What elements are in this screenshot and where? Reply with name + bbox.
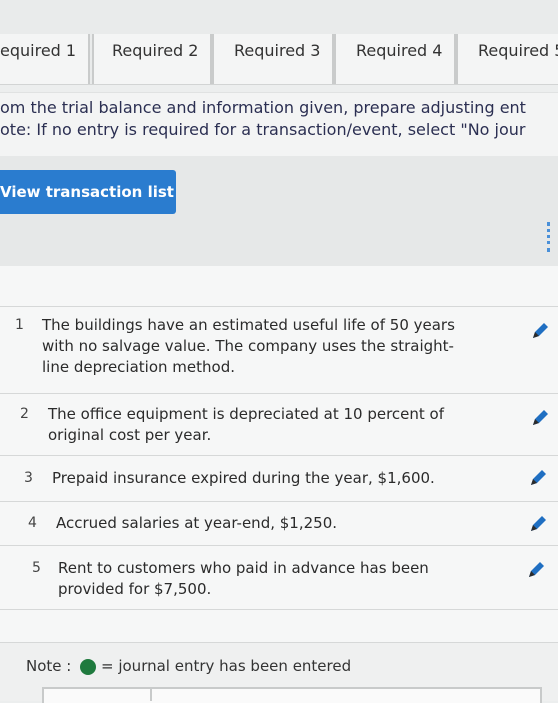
transaction-text: Accrued salaries at year-end, $1,250. bbox=[56, 514, 338, 532]
pencil-icon[interactable] bbox=[528, 468, 548, 488]
tab-required-5[interactable]: Required 5 bbox=[456, 34, 558, 84]
resize-handle[interactable] bbox=[547, 222, 554, 252]
view-transaction-list-button[interactable]: View transaction list bbox=[0, 170, 176, 214]
transaction-number: 3 bbox=[24, 470, 33, 486]
tab-required-1[interactable]: equired 1 bbox=[0, 34, 90, 84]
transaction-number: 1 bbox=[15, 317, 24, 333]
tab-label: Required 4 bbox=[356, 41, 443, 60]
pencil-icon[interactable] bbox=[526, 560, 546, 580]
tab-required-3[interactable]: Required 3 bbox=[212, 34, 334, 84]
transaction-text: The office equipment is depreciated at 1… bbox=[48, 405, 444, 444]
tab-bar: equired 1 Required 2 Required 3 Required… bbox=[0, 0, 558, 85]
journal-entry-panel-edge bbox=[42, 687, 542, 703]
transaction-list: 1 The buildings have an estimated useful… bbox=[0, 266, 558, 700]
instructions-note: ote: If no entry is required for a trans… bbox=[0, 120, 526, 139]
tab-required-4[interactable]: Required 4 bbox=[334, 34, 456, 84]
tab-label: Required 5 bbox=[478, 41, 558, 60]
journal-entry-panel-divider bbox=[150, 687, 152, 701]
pencil-icon[interactable] bbox=[530, 408, 550, 428]
tab-label: Required 3 bbox=[234, 41, 321, 60]
list-item[interactable]: 4 Accrued salaries at year-end, $1,250. bbox=[0, 502, 558, 546]
toolbar: View transaction list bbox=[0, 156, 558, 267]
view-transaction-list-label: View transaction list bbox=[0, 183, 174, 201]
list-item[interactable]: 1 The buildings have an estimated useful… bbox=[0, 306, 558, 394]
transaction-number: 2 bbox=[20, 406, 29, 422]
list-item[interactable]: 3 Prepaid insurance expired during the y… bbox=[0, 456, 558, 502]
instructions-text: om the trial balance and information giv… bbox=[0, 98, 526, 117]
instructions-panel: om the trial balance and information giv… bbox=[0, 92, 558, 158]
tab-label: equired 1 bbox=[0, 41, 77, 60]
note-label: Note : bbox=[26, 657, 72, 675]
pencil-icon[interactable] bbox=[528, 514, 548, 534]
list-item[interactable]: 5 Rent to customers who paid in advance … bbox=[0, 546, 558, 610]
tab-required-2[interactable]: Required 2 bbox=[92, 34, 212, 84]
transaction-text: The buildings have an estimated useful l… bbox=[42, 316, 455, 376]
pencil-icon[interactable] bbox=[530, 321, 550, 341]
transaction-text: Rent to customers who paid in advance ha… bbox=[58, 559, 429, 598]
transaction-number: 4 bbox=[28, 515, 37, 531]
list-item[interactable]: 2 The office equipment is depreciated at… bbox=[0, 394, 558, 456]
tab-label: Required 2 bbox=[112, 41, 199, 60]
entered-status-dot-icon bbox=[80, 659, 96, 675]
transaction-number: 5 bbox=[32, 560, 41, 576]
note-description: = journal entry has been entered bbox=[101, 657, 352, 675]
legend-note: Note : = journal entry has been entered bbox=[0, 642, 558, 703]
transaction-text: Prepaid insurance expired during the yea… bbox=[52, 469, 435, 487]
